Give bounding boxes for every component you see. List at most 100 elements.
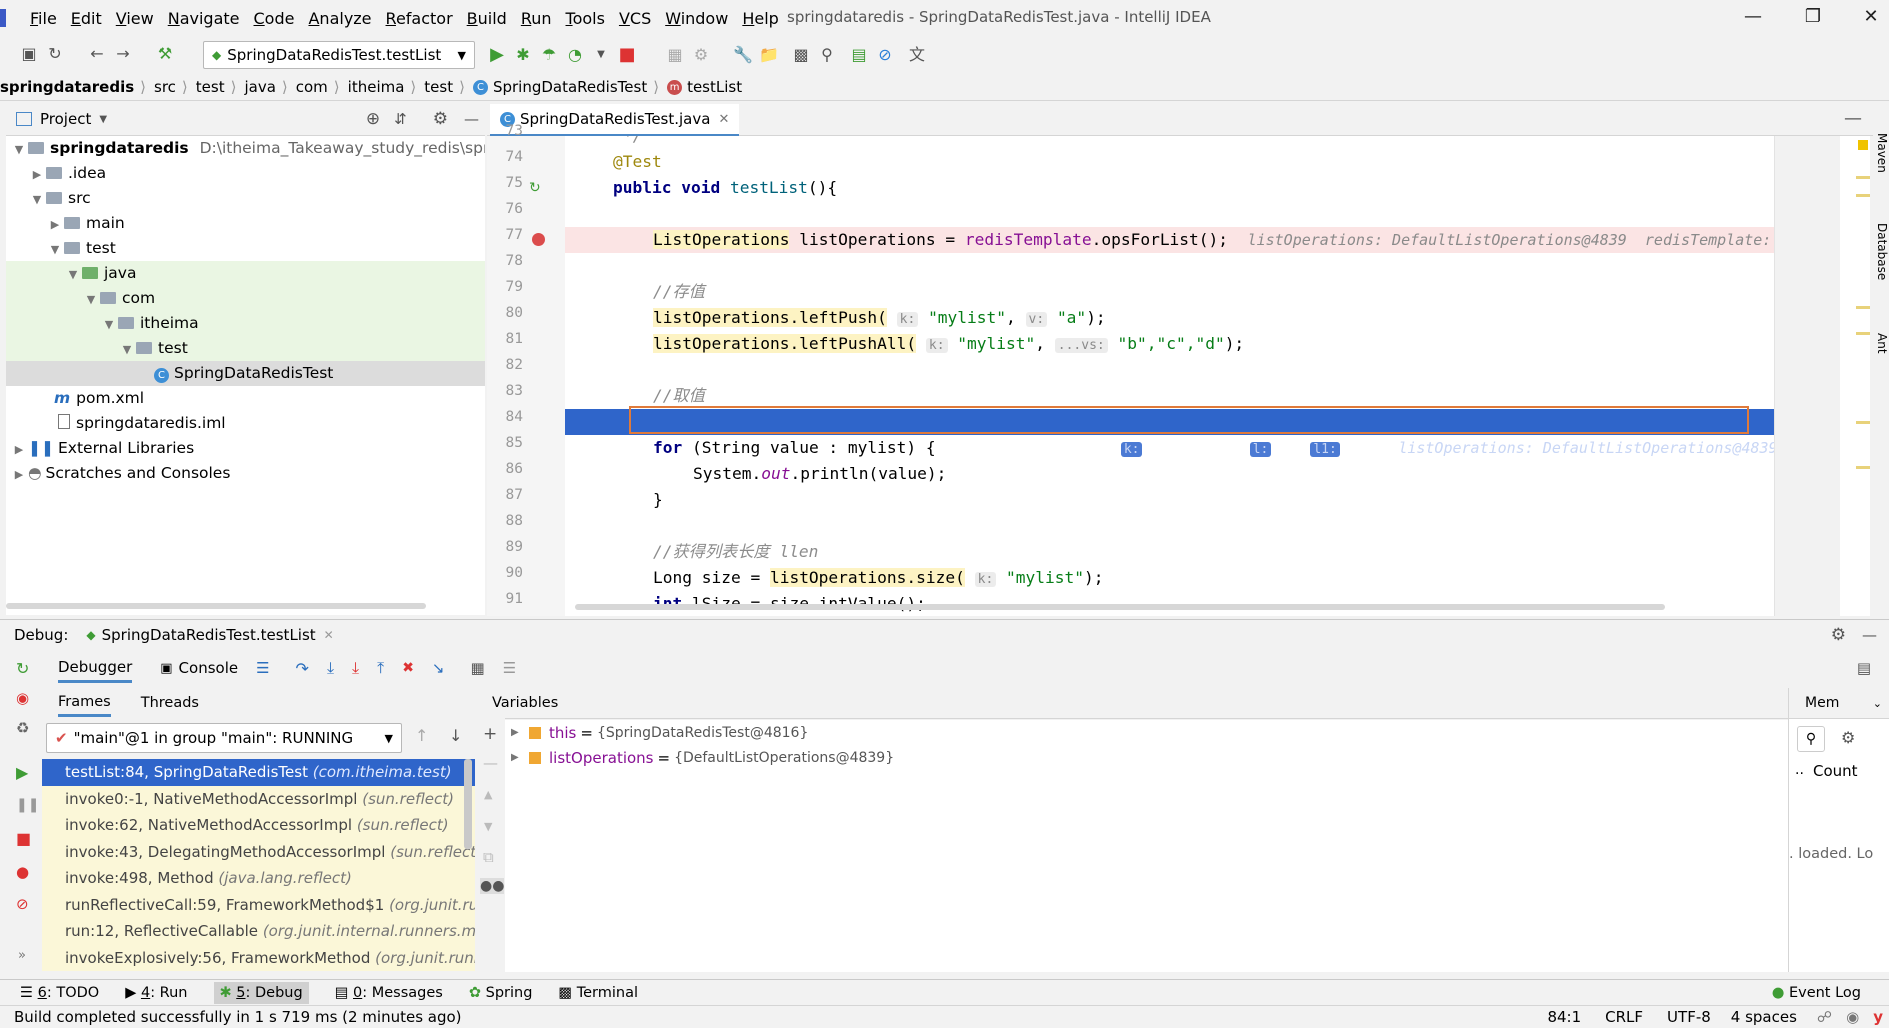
resume-icon[interactable]: ▶	[16, 763, 28, 782]
run-tool-button[interactable]: ▶ 4: Run	[125, 985, 187, 1001]
tree-item-idea[interactable]: ▶ .idea	[6, 161, 485, 186]
tree-item-test-pkg[interactable]: ▼ test	[6, 336, 485, 361]
menu-view[interactable]: View	[116, 9, 154, 28]
file-encoding[interactable]: UTF-8	[1667, 1008, 1711, 1026]
more-run-icon[interactable]: ▼	[588, 42, 614, 68]
move-up-icon[interactable]: ▲	[484, 788, 492, 801]
trace-icon[interactable]: ☰	[503, 659, 516, 677]
remove-watch-icon[interactable]: —	[483, 754, 498, 772]
threads-tab[interactable]: Threads	[141, 695, 199, 711]
menu-vcs[interactable]: VCS	[619, 9, 651, 28]
debug-tool-button[interactable]: ✱ 5: Debug	[213, 982, 309, 1004]
crumb-src[interactable]: src	[154, 78, 176, 96]
mute-breakpoints-icon[interactable]: ⊘	[16, 895, 29, 913]
indent-setting[interactable]: 4 spaces	[1731, 1008, 1797, 1026]
debug-session-tab[interactable]: ◆ SpringDataRedisTest.testList ✕	[86, 626, 333, 644]
tree-item-java[interactable]: ▼ java	[6, 261, 485, 286]
terminal-tool-button[interactable]: ▩ Terminal	[558, 985, 638, 1001]
gear-icon[interactable]: ⚙	[433, 109, 448, 129]
tree-item-com[interactable]: ▼ com	[6, 286, 485, 311]
stop-icon[interactable]: ■	[16, 829, 31, 848]
menu-code[interactable]: Code	[254, 9, 295, 28]
terminal-window-icon[interactable]: ▩	[788, 42, 814, 68]
menu-file[interactable]: File	[30, 9, 57, 28]
caret-position[interactable]: 84:1	[1547, 1008, 1581, 1026]
code-editor[interactable]: */ @Test public void testList(){ ListOpe…	[565, 136, 1775, 616]
restore-layout-icon[interactable]: ♻	[16, 719, 29, 737]
menu-navigate[interactable]: Navigate	[168, 9, 240, 28]
more-icon[interactable]: »	[18, 948, 26, 963]
crumb-method[interactable]: testList	[687, 78, 742, 96]
no-tasks-icon[interactable]: ⊘	[872, 42, 898, 68]
run-to-cursor-icon[interactable]: ↘	[432, 659, 445, 677]
hide-icon[interactable]: —	[1862, 626, 1877, 644]
chevron-down-icon[interactable]: ▼	[99, 114, 107, 125]
editor-tab[interactable]: C SpringDataRedisTest.java ✕	[490, 104, 740, 137]
tree-item-pom[interactable]: m pom.xml	[6, 386, 485, 411]
tree-item-main[interactable]: ▶ main	[6, 211, 485, 236]
run-icon[interactable]: ▶	[484, 42, 510, 68]
frames-tab[interactable]: Frames	[58, 690, 111, 717]
menu-run[interactable]: Run	[521, 9, 552, 28]
rerun-icon[interactable]: ↻	[16, 659, 29, 678]
menu-help[interactable]: Help	[742, 9, 778, 28]
view-breakpoints-icon[interactable]: ●	[16, 863, 29, 881]
tree-item-libraries[interactable]: ▶ ❚❚ External Libraries	[6, 436, 485, 461]
chevron-down-icon[interactable]: ⌄	[1873, 697, 1882, 710]
attach-icon[interactable]: ▦	[662, 42, 688, 68]
profile-icon[interactable]: ◔	[562, 42, 588, 68]
frame-row[interactable]: runReflectiveCall:59, FrameworkMethod$1 …	[42, 891, 475, 918]
hide-icon[interactable]: —	[464, 110, 479, 128]
memory-search-icon[interactable]: ⚲	[1797, 726, 1825, 752]
frame-row[interactable]: invoke0:-1, NativeMethodAccessorImpl (su…	[42, 785, 475, 812]
menu-edit[interactable]: Edit	[71, 9, 102, 28]
step-into-icon[interactable]: ⤓	[327, 658, 334, 678]
database-tool-tab[interactable]: Database	[1875, 223, 1889, 280]
ant-tool-tab[interactable]: Ant	[1875, 333, 1889, 354]
evaluate-icon[interactable]: ▦	[471, 659, 485, 677]
memory-tab[interactable]: Mem	[1805, 695, 1839, 711]
gear-icon[interactable]: ⚙	[1841, 728, 1855, 747]
move-down-icon[interactable]: ▼	[484, 820, 492, 833]
expand-icon[interactable]: ▶	[511, 727, 529, 738]
restore-button[interactable]: ❐	[1798, 6, 1828, 30]
minimize-button[interactable]: —	[1738, 6, 1768, 30]
search-icon[interactable]: ⚲	[814, 42, 840, 68]
inspector-icon[interactable]: ◉	[1846, 1008, 1859, 1026]
glasses-icon[interactable]: ●●	[480, 878, 505, 894]
debug-icon[interactable]: ✱	[510, 42, 536, 68]
tree-item-scratches[interactable]: ▶ ◓ Scratches and Consoles	[6, 461, 485, 486]
count-column-header[interactable]: Count	[1813, 762, 1858, 780]
maven-tool-tab[interactable]: Maven	[1875, 133, 1889, 173]
expand-icon[interactable]: ▶	[511, 752, 529, 763]
tree-item-itheima[interactable]: ▼ itheima	[6, 311, 485, 336]
run-test-gutter-icon[interactable]: ↻	[529, 180, 541, 196]
cancel-build-icon[interactable]: ⚙	[688, 42, 714, 68]
collapse-icon[interactable]: ⇵	[394, 110, 407, 128]
step-out-icon[interactable]: ⤒	[377, 658, 384, 678]
build-hammer-icon[interactable]: ⚒	[152, 41, 178, 67]
crumb-java[interactable]: java	[244, 78, 275, 96]
drop-frame-icon[interactable]: ✖	[402, 660, 414, 676]
pause-icon[interactable]: ❚❚	[16, 797, 39, 813]
add-watch-icon[interactable]: +	[483, 724, 497, 744]
frame-row[interactable]: invoke:62, NativeMethodAccessorImpl (sun…	[42, 812, 475, 839]
crumb-test-pkg[interactable]: test	[424, 78, 453, 96]
close-tab-icon[interactable]: ✕	[718, 112, 729, 127]
tree-root[interactable]: ▼ springdataredis D:\itheima_Takeaway_stu…	[6, 136, 485, 161]
menu-refactor[interactable]: Refactor	[386, 9, 453, 28]
console-tab[interactable]: Console	[179, 659, 239, 677]
notification-icon[interactable]: y	[1873, 1008, 1883, 1026]
menu-window[interactable]: Window	[665, 9, 728, 28]
tree-item-test[interactable]: ▼ test	[6, 236, 485, 261]
tree-item-class[interactable]: C SpringDataRedisTest	[6, 361, 485, 386]
sync-icon[interactable]: ↻	[42, 41, 68, 67]
debugger-tab[interactable]: Debugger	[58, 654, 133, 683]
close-window-button[interactable]: ✕	[1856, 6, 1886, 30]
project-structure-icon[interactable]: 📁	[756, 42, 782, 68]
tree-item-src[interactable]: ▼ src	[6, 186, 485, 211]
horizontal-scrollbar[interactable]	[575, 604, 1665, 610]
force-step-into-icon[interactable]: ⤓	[352, 658, 359, 678]
frame-row[interactable]: invokeExplosively:56, FrameworkMethod (o…	[42, 944, 475, 971]
variable-row[interactable]: ▶ this = {SpringDataRedisTest@4816}	[511, 720, 1788, 745]
